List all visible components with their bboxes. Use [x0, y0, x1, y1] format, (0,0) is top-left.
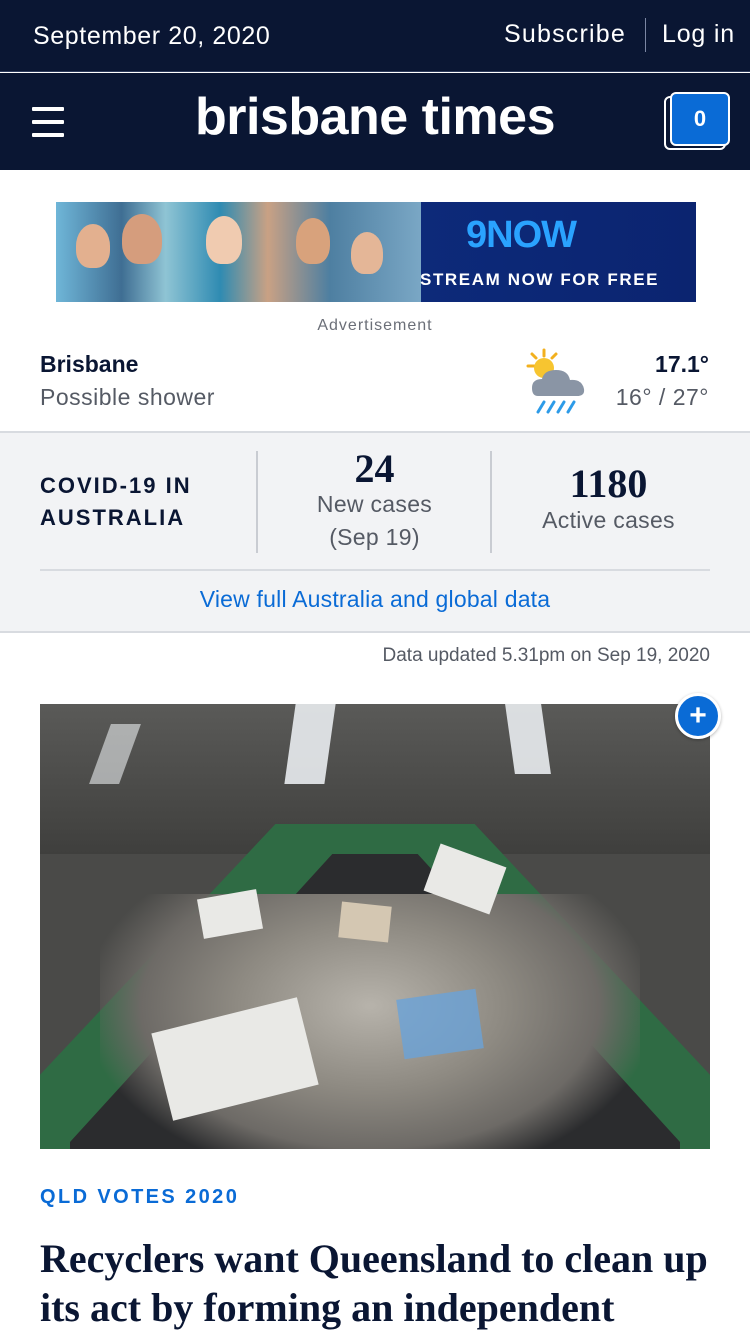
article-hero-image[interactable]	[40, 704, 710, 1149]
weather-condition: Possible shower	[40, 384, 215, 410]
article-kicker[interactable]: QLD VOTES 2020	[40, 1186, 239, 1209]
ad-tagline: STREAM NOW FOR FREE	[420, 270, 660, 289]
article-headline[interactable]: Recyclers want Queensland to clean up it…	[40, 1234, 720, 1332]
covid-panel-title: COVID-19 IN AUSTRALIA	[40, 473, 192, 530]
covid-stats-panel: COVID-19 IN AUSTRALIA 24 New cases (Sep …	[0, 431, 750, 633]
weather-city: Brisbane	[40, 351, 139, 377]
masthead: brisbane times 0	[0, 73, 750, 170]
new-cases-date: (Sep 19)	[329, 524, 420, 550]
header-divider	[645, 18, 646, 52]
temperature-range: 16° / 27°	[615, 384, 709, 410]
covid-separator	[40, 569, 710, 571]
subscribe-link[interactable]: Subscribe	[504, 20, 626, 49]
full-data-link[interactable]: View full Australia and global data	[0, 586, 750, 613]
saved-count-badge: 0	[670, 92, 730, 146]
top-bar: September 20, 2020 Subscribe Log in	[0, 0, 750, 72]
ad-cast-photo	[56, 202, 421, 302]
active-cases-label: Active cases	[542, 507, 675, 533]
active-cases-value: 1180	[569, 461, 648, 506]
advertisement-label: Advertisement	[317, 317, 433, 334]
save-article-plus-icon[interactable]: +	[675, 693, 721, 739]
ad-brand-logo: 9NOW	[466, 214, 577, 256]
advertisement-banner[interactable]: 9NOW STREAM NOW FOR FREE	[56, 202, 696, 302]
current-temperature: 17.1°	[655, 351, 709, 377]
login-link[interactable]: Log in	[662, 20, 735, 49]
data-updated-text: Data updated 5.31pm on Sep 19, 2020	[382, 645, 710, 666]
current-date: September 20, 2020	[33, 22, 271, 50]
saved-articles-button[interactable]: 0	[664, 92, 732, 152]
new-cases-value: 24	[354, 446, 395, 491]
site-logo[interactable]: brisbane times	[0, 87, 750, 147]
sun-cloud-rain-icon	[526, 348, 585, 414]
new-cases-label: New cases	[316, 491, 433, 517]
